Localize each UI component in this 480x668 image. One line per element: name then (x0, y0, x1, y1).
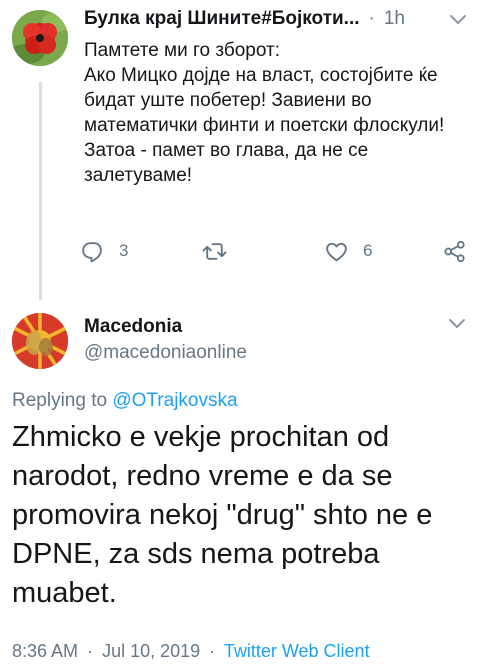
tweet-text: Памтете ми го зборот: Ако Мицко дојде на… (84, 38, 470, 188)
reply-count: 3 (119, 241, 129, 260)
replying-to-handle-link[interactable]: @OTrajkovska (112, 390, 237, 411)
poppy-avatar-image (12, 10, 68, 66)
thread-connector-line (39, 82, 42, 300)
chevron-down-icon[interactable] (449, 14, 467, 26)
reply-button[interactable]: 3 (80, 236, 128, 266)
tweet-actions: 3 6 (80, 236, 472, 266)
tweet-meta: 8:36 AM · Jul 10, 2019 · Twitter Web Cli… (12, 641, 370, 662)
avatar[interactable] (12, 313, 68, 369)
tweet-time: 8:36 AM (12, 641, 79, 661)
like-count: 6 (363, 241, 373, 260)
share-button[interactable] (442, 236, 467, 266)
retweet-button[interactable] (202, 236, 227, 266)
tweet-date: Jul 10, 2019 (102, 641, 201, 661)
tweet-text: Zhmicko e vekje prochitan od narodot, re… (12, 421, 433, 609)
author-name[interactable]: Macedonia (84, 316, 182, 338)
macedonia-emblem-avatar-image (12, 313, 68, 369)
like-button[interactable]: 6 (324, 236, 372, 266)
tweet-text-line: Памтете ми го зборот: (84, 40, 281, 61)
avatar[interactable] (12, 10, 68, 66)
chevron-down-icon[interactable] (448, 318, 466, 330)
tweet-text-line: Ако Мицко дојде на власт, состојбите ќе … (84, 65, 445, 136)
author-handle[interactable]: @macedoniaonline (84, 342, 247, 364)
meta-separator: · (209, 641, 216, 661)
heart-icon (326, 242, 347, 261)
tweet-text-line: Затоа - памет во глава, да не се залетув… (84, 140, 369, 186)
share-icon (444, 240, 465, 262)
meta-separator: · (87, 641, 94, 661)
replying-prefix: Replying to (12, 390, 108, 411)
header-separator: · (368, 8, 375, 29)
tweet-time[interactable]: 1h (384, 8, 405, 30)
replying-to: Replying to @OTrajkovska (12, 390, 238, 412)
reply-icon (82, 241, 102, 262)
author-name[interactable]: Булка крај Шините#Бојкоти... (84, 8, 360, 30)
retweet-icon (202, 242, 227, 260)
client-link[interactable]: Twitter Web Client (224, 641, 370, 661)
tweet-header: Булка крај Шините#Бојкоти... · 1h (84, 6, 468, 32)
